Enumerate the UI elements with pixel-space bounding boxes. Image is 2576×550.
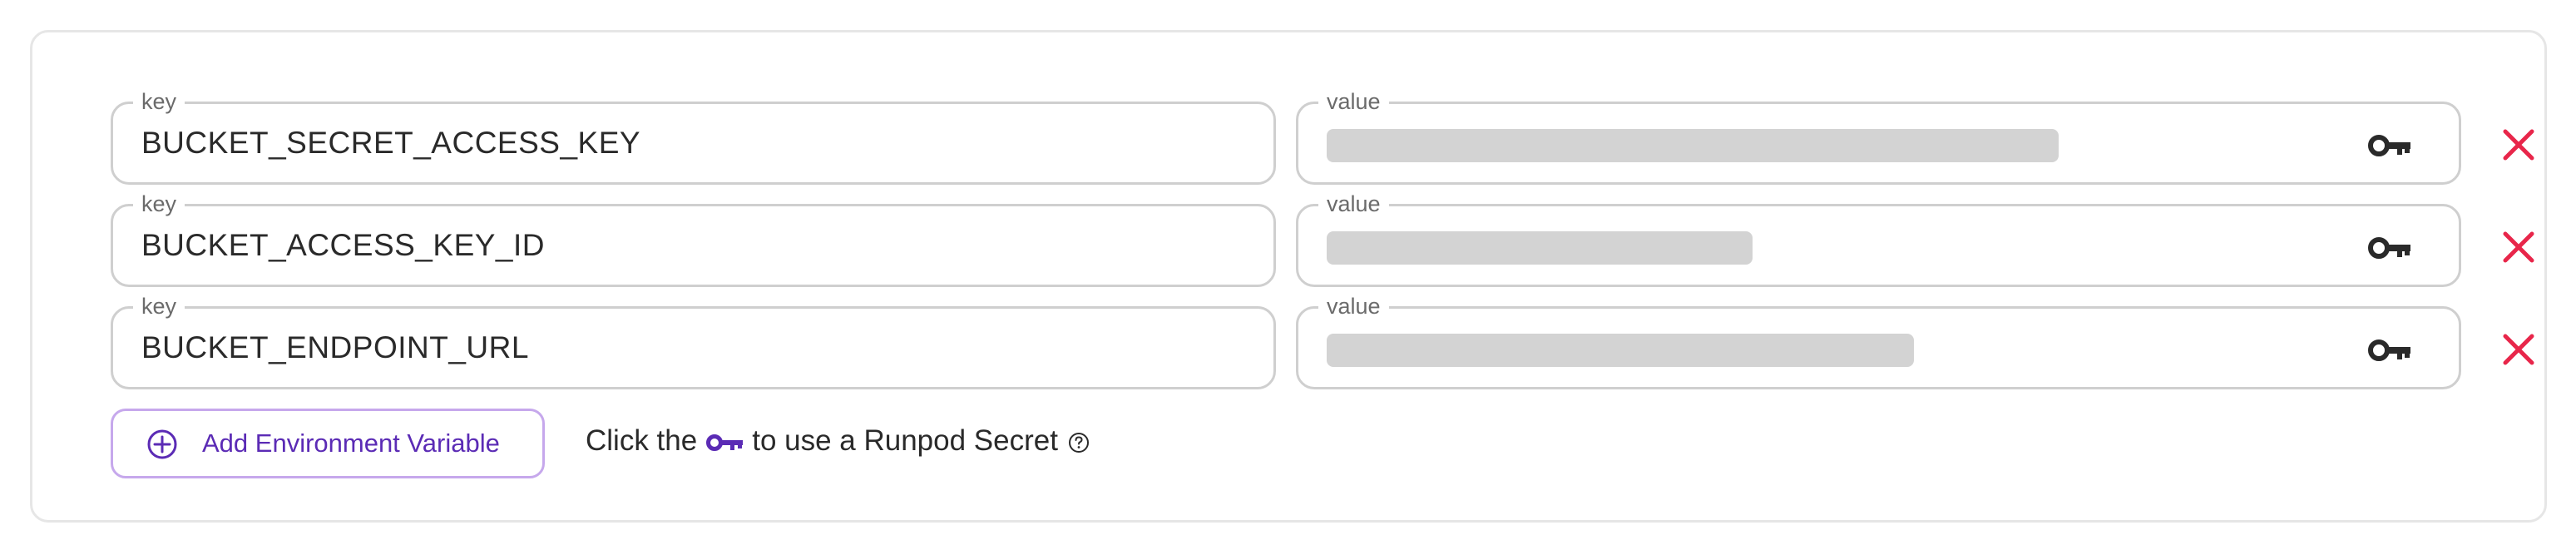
env-key-field[interactable]: key BUCKET_ENDPOINT_URL [111, 293, 1276, 389]
env-value-field[interactable]: value [1296, 293, 2461, 389]
key-field-value: BUCKET_ENDPOINT_URL [141, 330, 529, 364]
key-icon[interactable] [2367, 334, 2414, 367]
key-field-value: BUCKET_SECRET_ACCESS_KEY [141, 126, 641, 160]
hint-suffix: to use a Runpod Secret [752, 424, 1058, 457]
close-icon[interactable] [2499, 330, 2539, 369]
key-field-label: key [133, 191, 185, 217]
key-icon[interactable] [2367, 231, 2414, 265]
key-icon [706, 434, 744, 451]
close-icon[interactable] [2499, 125, 2539, 165]
help-circle-icon[interactable] [1068, 432, 1090, 453]
add-button-label: Add Environment Variable [202, 429, 500, 458]
env-key-field[interactable]: key BUCKET_SECRET_ACCESS_KEY [111, 88, 1276, 185]
env-key-field[interactable]: key BUCKET_ACCESS_KEY_ID [111, 191, 1276, 287]
env-value-field[interactable]: value [1296, 191, 2461, 287]
key-field-label: key [133, 293, 185, 320]
value-field-label: value [1318, 191, 1389, 217]
value-field-label: value [1318, 293, 1389, 320]
hint-prefix: Click the [586, 424, 698, 457]
key-field-label: key [133, 88, 185, 115]
key-field-value: BUCKET_ACCESS_KEY_ID [141, 228, 546, 262]
env-value-field[interactable]: value [1296, 88, 2461, 185]
close-icon[interactable] [2499, 227, 2539, 267]
plus-circle-icon [147, 429, 177, 459]
redacted-value [1327, 231, 1753, 265]
runpod-secret-hint: Click the to use a Runpod Secret [586, 423, 1090, 459]
key-icon[interactable] [2367, 129, 2414, 162]
value-field-label: value [1318, 88, 1389, 115]
redacted-value [1327, 334, 1914, 367]
redacted-value [1327, 129, 2059, 162]
add-environment-variable-button[interactable]: Add Environment Variable [111, 409, 545, 478]
